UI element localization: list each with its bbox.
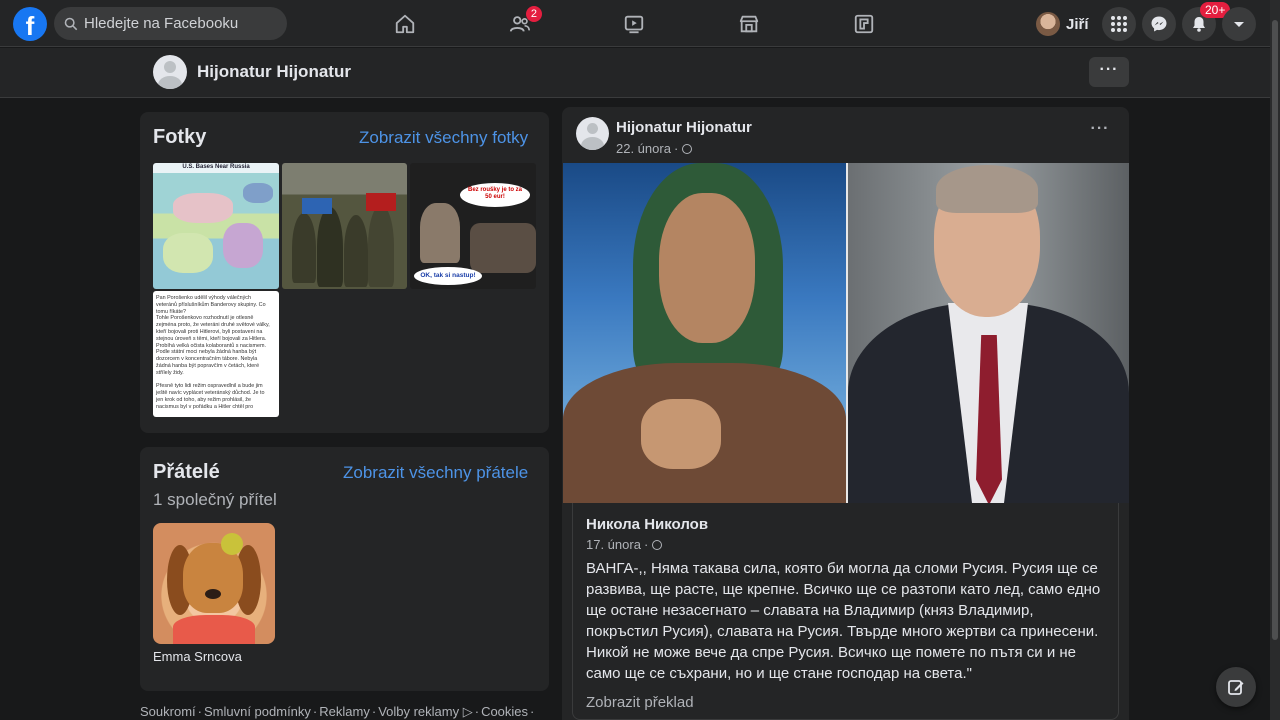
photo-text: Pan Porošenko udělil výhody válečných ve… <box>156 295 270 410</box>
shared-post-author[interactable]: Никола Николов <box>586 516 708 533</box>
globe-icon <box>682 143 693 154</box>
friend-name[interactable]: Emma Srncova <box>153 649 242 664</box>
photo-thumbnail[interactable]: Pan Porošenko udělil výhody válečných ve… <box>153 291 279 417</box>
footer-link-ad-choices[interactable]: Volby reklamy ▷ <box>378 704 473 719</box>
speech-bubble: OK, tak si nastup! <box>414 267 482 285</box>
shared-post-timestamp[interactable]: 17. února · <box>586 537 663 552</box>
image-left-panel <box>563 163 846 503</box>
profile-header-strip: Hijonatur Hijonatur ··· <box>0 48 1270 98</box>
new-message-button[interactable] <box>1216 667 1256 707</box>
compose-icon <box>1228 680 1244 695</box>
avatar[interactable] <box>153 55 187 89</box>
post-image[interactable] <box>563 163 1129 503</box>
shared-date-text: 17. února <box>586 537 641 552</box>
more-options-button[interactable]: ··· <box>1089 57 1129 87</box>
caret-down-icon <box>1234 22 1244 27</box>
friends-title: Přátelé <box>153 461 220 483</box>
scrollbar-thumb[interactable] <box>1272 20 1278 640</box>
menu-grid-button[interactable] <box>1102 7 1136 41</box>
facebook-logo-icon[interactable]: f <box>13 7 47 41</box>
messenger-button[interactable] <box>1142 7 1176 41</box>
see-all-photos-link[interactable]: Zobrazit všechny fotky <box>359 128 528 148</box>
see-translation-link[interactable]: Zobrazit překlad <box>586 694 694 711</box>
avatar[interactable] <box>576 117 609 150</box>
messenger-icon <box>1151 16 1167 32</box>
shared-post-text: ВАНГА-,, Няма такава сила, която би могл… <box>586 560 1101 682</box>
watch-icon[interactable] <box>621 11 647 37</box>
avatar <box>1036 12 1060 36</box>
friends-badge: 2 <box>525 6 542 22</box>
photos-title: Fotky <box>153 126 207 148</box>
footer-link-terms[interactable]: Smluvní podmínky <box>204 704 311 719</box>
speech-bubble: Bez roušky je to za 50 eur! <box>460 183 530 207</box>
profile-shortcut[interactable]: Jiří <box>1036 10 1089 38</box>
post-timestamp[interactable]: 22. února · <box>616 141 693 156</box>
search-input[interactable] <box>84 15 274 32</box>
image-right-panel <box>848 163 1129 503</box>
search-icon <box>64 17 78 30</box>
post-date-text: 22. února <box>616 141 671 156</box>
photo-thumbnail[interactable]: Bez roušky je to za 50 eur! OK, tak si n… <box>410 163 536 289</box>
account-menu-button[interactable] <box>1222 7 1256 41</box>
globe-icon <box>652 539 663 550</box>
search-box[interactable] <box>54 7 287 40</box>
mutual-friends-count: 1 společný přítel <box>153 490 277 509</box>
photo-thumbnail[interactable] <box>282 163 407 289</box>
profile-name: Jiří <box>1066 15 1089 33</box>
page-scrollbar[interactable] <box>1270 0 1280 720</box>
photo-thumbnail[interactable]: U.S. Bases Near Russia <box>153 163 279 289</box>
friend-photo[interactable] <box>153 523 275 644</box>
friends-icon[interactable]: 2 <box>507 6 542 37</box>
profile-name[interactable]: Hijonatur Hijonatur <box>197 62 351 82</box>
post-more-options-button[interactable]: ··· <box>1088 120 1112 144</box>
notifications-button[interactable]: 20+ <box>1182 2 1231 41</box>
post-author-name[interactable]: Hijonatur Hijonatur <box>616 119 752 136</box>
footer-links: Soukromí · Smluvní podmínky · Reklamy · Volby … <box>140 704 535 719</box>
photo-caption: U.S. Bases Near Russia <box>182 164 250 170</box>
footer-link-cookies[interactable]: Cookies <box>481 704 528 719</box>
home-icon[interactable] <box>392 11 418 37</box>
top-navigation-bar: f 2 Jiří 20+ <box>0 0 1280 47</box>
see-all-friends-link[interactable]: Zobrazit všechny přátele <box>343 463 528 483</box>
footer-link-privacy[interactable]: Soukromí <box>140 704 196 719</box>
marketplace-icon[interactable] <box>736 11 762 37</box>
gaming-icon[interactable] <box>851 11 877 37</box>
footer-link-ads[interactable]: Reklamy <box>319 704 370 719</box>
grid-icon <box>1111 16 1127 32</box>
